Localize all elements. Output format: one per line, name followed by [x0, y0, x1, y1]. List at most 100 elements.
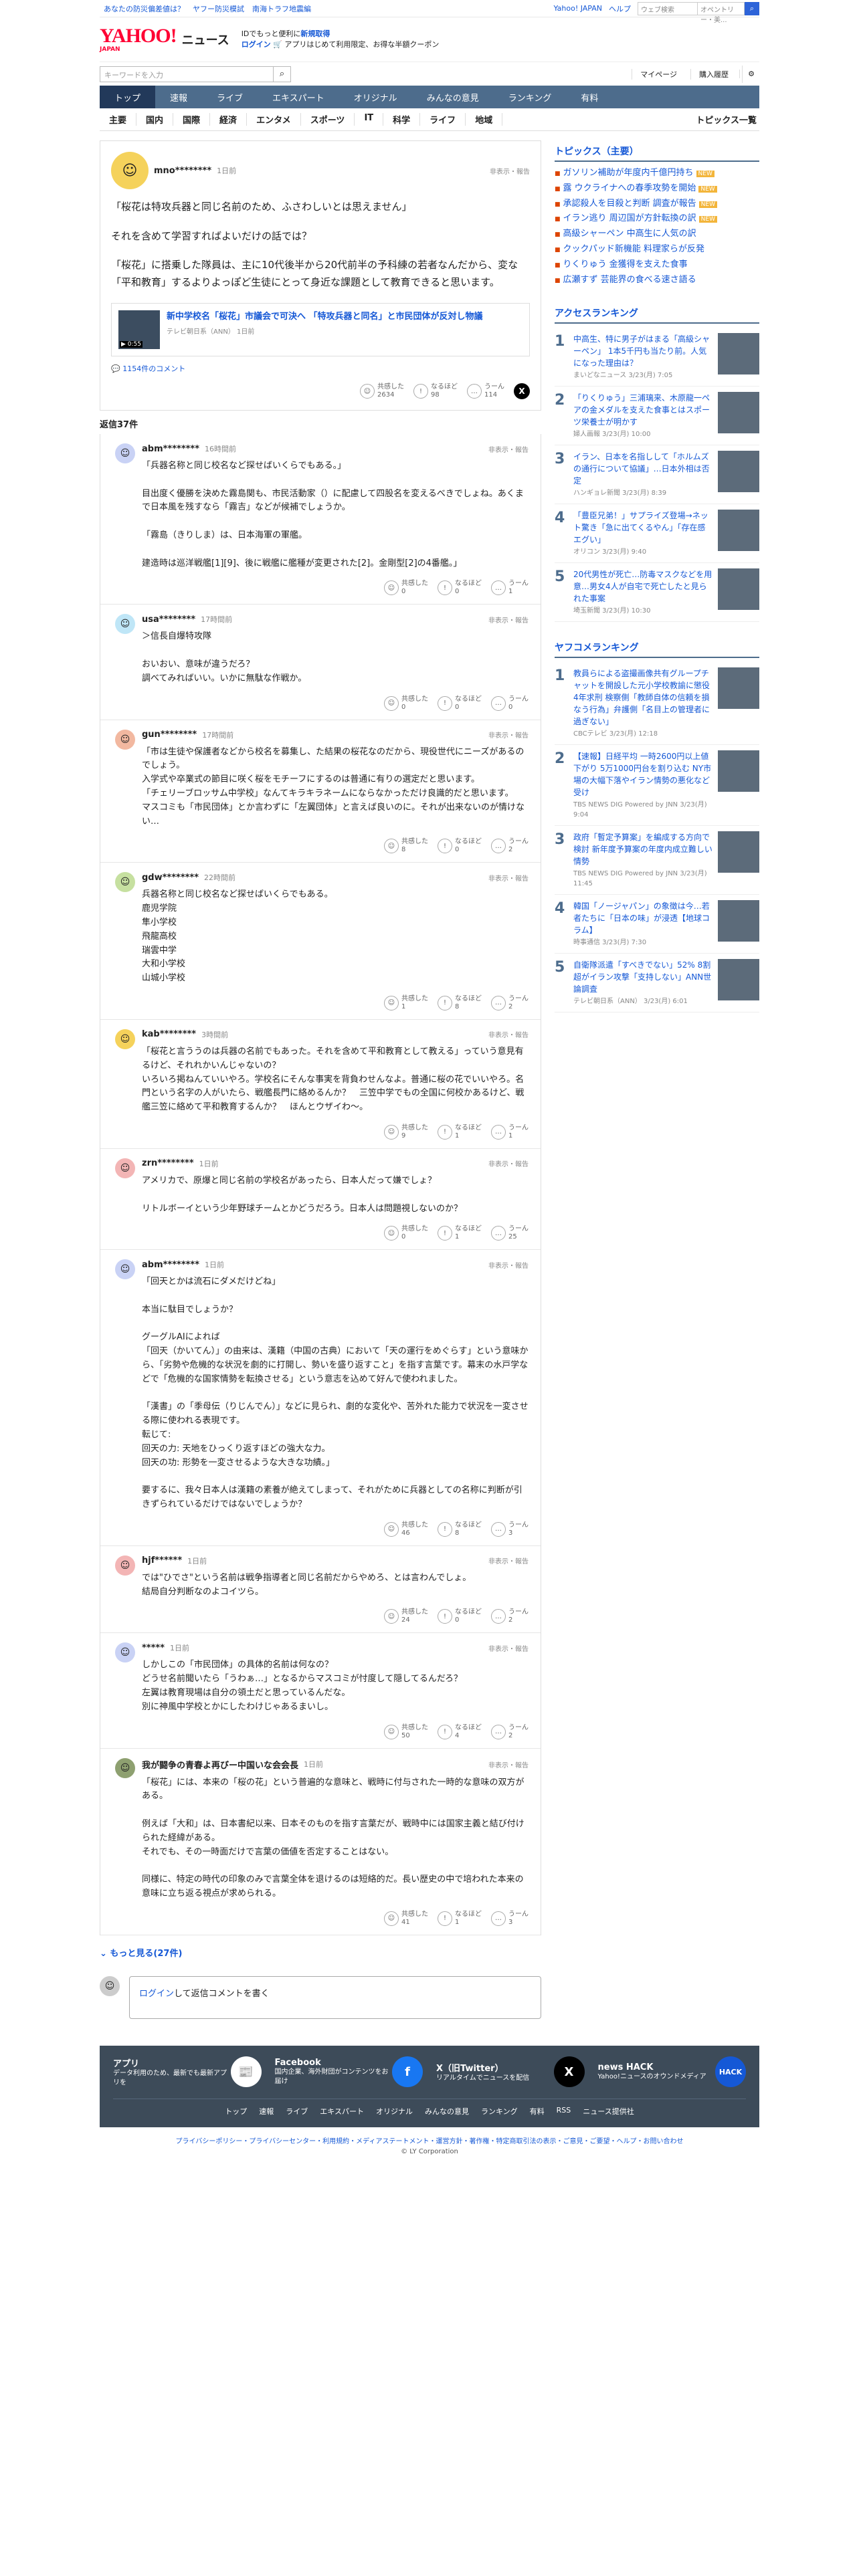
footer-x[interactable]: X（旧Twitter） リアルタイムでニュースを配信 X	[436, 2056, 585, 2088]
hide-report-button[interactable]: 非表示・報告	[488, 873, 529, 883]
comment-username[interactable]: kab********	[142, 1029, 196, 1039]
keyword-search-input[interactable]: キーワードを入力	[100, 66, 274, 82]
comment-username[interactable]: gun********	[142, 730, 197, 740]
nav-original[interactable]: オリジナル	[339, 86, 412, 108]
empathy-button[interactable]: ☺ 共感した 0	[384, 580, 428, 596]
naruhodo-button[interactable]: ! なるほど 0	[438, 695, 482, 712]
ranking-item[interactable]: 3 政府「暫定予算案」を編成する方向で検討 新年度予算案の年度内成立難しい情勢 TB…	[555, 826, 759, 895]
x-share-icon[interactable]: X	[514, 383, 530, 399]
cat-science[interactable]: 科学	[383, 113, 421, 126]
ranking-item[interactable]: 3 イラン、日本を名指しして「ホルムズの通行について協議」…日本外相は否定 ハンギョ…	[555, 445, 759, 505]
nav-expert[interactable]: エキスパート	[258, 86, 339, 108]
comment-username[interactable]: usa********	[142, 615, 195, 625]
hmm-button[interactable]: … うーん 2	[491, 838, 529, 854]
topic-item[interactable]: イラン逃り 周辺国が方針転換の訳NEW	[555, 211, 759, 227]
topic-item[interactable]: 広瀬すず 芸能界の食べる速さ語る	[555, 273, 759, 288]
ranking-item[interactable]: 1 教員らによる盗撮画像共有グループチャットを開設した元小学校教諭に懲役4年求刑 …	[555, 662, 759, 746]
show-more-button[interactable]: ⌄ もっと見る(27件)	[100, 1946, 541, 1959]
comment-username[interactable]: gdw********	[142, 873, 199, 883]
topic-item[interactable]: 露 ウクライナへの春季攻勢を開始NEW	[555, 181, 759, 197]
ranking-item[interactable]: 1 中高生、特に男子がはまる「高級シャーペン」 1本5千円も当たり前。人気になった…	[555, 328, 759, 387]
footer-nav-item[interactable]: みんなの意見	[425, 2106, 469, 2117]
hide-report-button[interactable]: 非表示・報告	[488, 615, 529, 625]
login-link[interactable]: ログイン	[139, 1989, 174, 1999]
topic-item[interactable]: クックパッド新機能 料理家らが反発	[555, 242, 759, 257]
naruhodo-button[interactable]: ! なるほど 1	[438, 1911, 482, 1927]
comment-username[interactable]: zrn********	[142, 1158, 194, 1168]
nav-live[interactable]: ライブ	[202, 86, 258, 108]
rank-title[interactable]: 中高生、特に男子がはまる「高級シャーペン」 1本5千円も当たり前。人気になった理…	[573, 333, 712, 369]
site-name[interactable]: ニュース	[182, 31, 229, 48]
nav-ranking[interactable]: ランキング	[494, 86, 567, 108]
naruhodo-button[interactable]: ! なるほど 0	[438, 1608, 482, 1624]
legal-links[interactable]: プライバシーポリシー・プライバシーセンター・利用規約・メディアステートメント・運…	[100, 2135, 759, 2145]
comment-username[interactable]: *****	[142, 1643, 165, 1653]
hide-report-button[interactable]: 非表示・報告	[488, 444, 529, 454]
keyword-search-button[interactable]: ⌕	[274, 66, 291, 82]
ranking-item[interactable]: 4 「豊臣兄弟！」サプライズ登場→ネット驚き「急に出てくるやん」「存在感エグい」オ…	[555, 504, 759, 564]
rank-title[interactable]: 【速報】日経平均 一時2600円以上値下がり 5万1000円台を割り込む NY市…	[573, 750, 712, 798]
comment-username[interactable]: 我が闘争の青春よ再びー中国いな会会長	[142, 1758, 298, 1771]
cat-entertainment[interactable]: エンタメ	[247, 113, 301, 126]
hide-report-button[interactable]: 非表示・報告	[490, 166, 530, 176]
topics-list-link[interactable]: トピックス一覧	[696, 113, 759, 126]
rank-title[interactable]: 20代男性が死亡…防毒マスクなどを用意…男女4人が自宅で死亡したと見られた事案	[573, 568, 712, 605]
reply-input[interactable]: ログインして返信コメントを書く	[129, 1975, 541, 2019]
ranking-item[interactable]: 4 韓国「ノージャパン」の象徴は今…若者たちに「日本の味」が浸透【地球コラム】 時事…	[555, 895, 759, 954]
empathy-button[interactable]: ☺ 共感した 8	[384, 838, 428, 854]
search-suggest-tag[interactable]: オペントリー・美...	[698, 1, 745, 24]
footer-nav-item[interactable]: 速報	[259, 2106, 274, 2117]
register-link[interactable]: 新規取得	[300, 29, 330, 38]
hmm-button[interactable]: … うーん 0	[491, 695, 529, 712]
cat-life[interactable]: ライフ	[420, 113, 466, 126]
footer-facebook[interactable]: Facebook 国内企業、海外財団がコンテンツをお届け f	[275, 2056, 423, 2088]
naruhodo-button[interactable]: ! なるほど 4	[438, 1724, 482, 1740]
topbar-help-link[interactable]: ヘルプ	[609, 3, 631, 14]
article-card[interactable]: ▶ 0:55 新中学校名「桜花」市議会で可決へ 「特攻兵器と同名」と市民団体が反…	[111, 303, 530, 356]
naruhodo-button[interactable]: ! なるほど 8	[438, 1521, 482, 1537]
login-link[interactable]: ログイン	[242, 40, 271, 49]
topbar-link-bousai[interactable]: あなたの防災偏差値は？	[104, 3, 185, 14]
app-coupon-promo[interactable]: 🛒 アプリはじめて利用限定、お得な半額クーポン	[273, 40, 439, 49]
naruhodo-button[interactable]: ! なるほど 1	[438, 1124, 482, 1140]
footer-app[interactable]: アプリ データ利用のため、最新でも最新アプリを 📰	[113, 2056, 262, 2088]
cat-sports[interactable]: スポーツ	[301, 113, 355, 126]
hide-report-button[interactable]: 非表示・報告	[488, 1555, 529, 1566]
topbar-link-nankai[interactable]: 南海トラフ地震編	[252, 3, 311, 14]
naruhodo-button[interactable]: ! なるほど 0	[438, 580, 482, 596]
nav-paid[interactable]: 有料	[566, 86, 613, 108]
naruhodo-button[interactable]: ! なるほど 0	[438, 838, 482, 854]
footer-nav-item[interactable]: ランキング	[481, 2106, 518, 2117]
settings-button[interactable]: ⚙	[739, 65, 759, 83]
comment-username[interactable]: abm********	[142, 1260, 199, 1270]
rank-title[interactable]: 「りくりゅう」三浦璃来、木原龍一ペアの金メダルを支えた食事とはスポーツ栄養士が明…	[573, 392, 712, 428]
naruhodo-button[interactable]: ! なるほど 8	[438, 995, 482, 1011]
hide-report-button[interactable]: 非表示・報告	[488, 1260, 529, 1270]
hmm-button[interactable]: … うーん 2	[491, 1724, 529, 1740]
empathy-button[interactable]: ☺ 共感した 0	[384, 695, 428, 712]
hide-report-button[interactable]: 非表示・報告	[488, 1158, 529, 1168]
hmm-button[interactable]: … うーん 114	[467, 383, 504, 399]
topbar-yahoo-link[interactable]: Yahoo! JAPAN	[553, 4, 602, 13]
topic-item[interactable]: 高級シャーペン 中高生に人気の訳	[555, 227, 759, 242]
naruhodo-button[interactable]: ! なるほど 1	[438, 1225, 482, 1241]
footer-nav-item[interactable]: エキスパート	[320, 2106, 364, 2117]
empathy-button[interactable]: ☺ 共感した 0	[384, 1225, 428, 1241]
cat-world[interactable]: 国際	[173, 113, 211, 126]
hmm-button[interactable]: … うーん 3	[491, 1911, 529, 1927]
footer-nav-item[interactable]: ニュース提供社	[583, 2106, 634, 2117]
comment-username[interactable]: hjf******	[142, 1555, 182, 1566]
rank-title[interactable]: 韓国「ノージャパン」の象徴は今…若者たちに「日本の味」が浸透【地球コラム】	[573, 900, 712, 936]
hmm-button[interactable]: … うーん 3	[491, 1521, 529, 1537]
empathy-button[interactable]: ☺ 共感した 50	[384, 1724, 428, 1740]
hmm-button[interactable]: … うーん 2	[491, 995, 529, 1011]
cat-it[interactable]: IT	[355, 113, 384, 126]
nav-opinion[interactable]: みんなの意見	[412, 86, 494, 108]
rank-title[interactable]: 教員らによる盗撮画像共有グループチャットを開設した元小学校教諭に懲役4年求刑 検…	[573, 667, 712, 728]
hmm-button[interactable]: … うーん 1	[491, 1124, 529, 1140]
rank-title[interactable]: 政府「暫定予算案」を編成する方向で検討 新年度予算案の年度内成立難しい情勢	[573, 831, 712, 867]
hide-report-button[interactable]: 非表示・報告	[488, 1029, 529, 1039]
ranking-item[interactable]: 5 自衛隊派遣「すべきでない」52% 8割超がイラン攻撃「支持しない」ANN世論調…	[555, 954, 759, 1013]
footer-newshack[interactable]: news HACK Yahoo!ニュースのオウンドメディア HACK	[598, 2056, 746, 2088]
hide-report-button[interactable]: 非表示・報告	[488, 730, 529, 740]
